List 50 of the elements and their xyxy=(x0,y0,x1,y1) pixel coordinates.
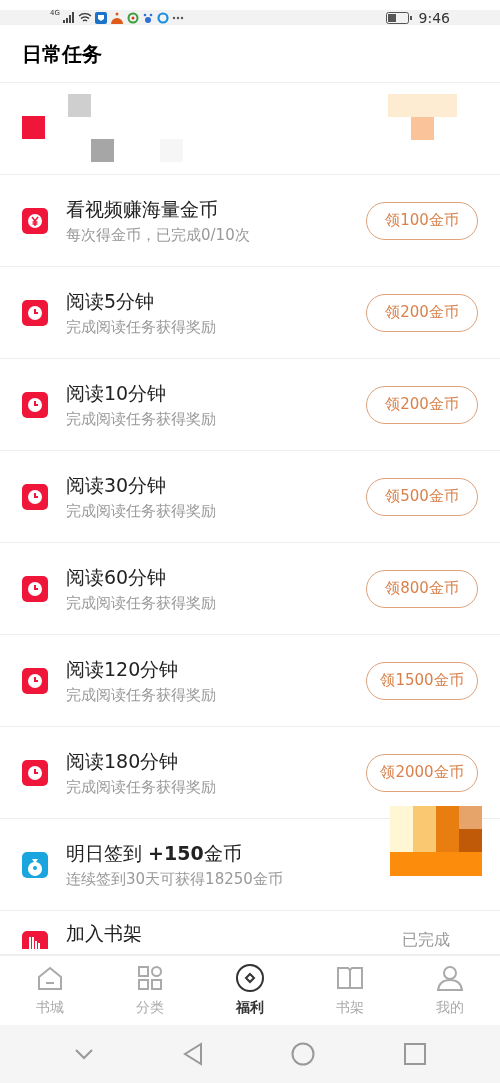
completed-status: 已完成 xyxy=(402,929,450,951)
task-title: 看视频赚海量金币 xyxy=(66,196,219,221)
task-title: 阅读10分钟 xyxy=(66,380,168,405)
task-description: 连续签到30天可获得18250金币 xyxy=(66,868,284,889)
clock-icon xyxy=(22,575,48,602)
tab-bar-item[interactable]: 书架 xyxy=(300,956,400,1025)
tab-bar-item[interactable]: 福利 xyxy=(200,956,300,1025)
task-title: 阅读5分钟 xyxy=(66,288,156,313)
clock-time: 9:46 xyxy=(418,10,450,25)
task-title: 阅读30分钟 xyxy=(66,472,168,497)
clock-icon xyxy=(22,299,48,326)
section-title: 日常任务 xyxy=(22,40,102,68)
clock-icon xyxy=(22,483,48,510)
task-title: 明日签到 +150金币 xyxy=(66,840,243,865)
task-description: 完成阅读任务获得奖励 xyxy=(66,316,217,337)
task-description: 完成阅读任务获得奖励 xyxy=(66,776,217,797)
task-description: 完成阅读任务获得奖励 xyxy=(66,592,217,613)
person-icon xyxy=(435,963,465,993)
tab-bar-item[interactable]: 书城 xyxy=(0,956,100,1025)
shield-app-icon xyxy=(94,11,107,24)
game-app-icon xyxy=(109,11,124,24)
back-icon[interactable] xyxy=(182,1042,203,1066)
clock-icon xyxy=(22,391,48,418)
grid-icon xyxy=(135,963,165,993)
browser-app-icon xyxy=(156,11,169,24)
task-description: 完成阅读任务获得奖励 xyxy=(66,408,217,429)
ring-app-icon xyxy=(126,11,139,24)
tab-bar-item[interactable]: 分类 xyxy=(100,956,200,1025)
signal-icon xyxy=(62,12,75,23)
chevron-down-icon[interactable] xyxy=(74,1048,95,1060)
task-title: 阅读180分钟 xyxy=(66,748,180,773)
money-bag-icon xyxy=(22,851,48,878)
task-title: 阅读60分钟 xyxy=(66,564,168,589)
wifi-icon xyxy=(77,12,92,23)
coin-icon xyxy=(235,963,265,993)
clock-icon xyxy=(22,759,48,786)
task-title: 加入书架 xyxy=(66,921,143,945)
yen-icon xyxy=(22,207,48,234)
paw-app-icon xyxy=(141,11,154,24)
clock-icon xyxy=(22,667,48,694)
task-description: 每次得金币，已完成0/10次 xyxy=(66,224,251,245)
home-button-icon[interactable] xyxy=(291,1042,316,1066)
battery-icon xyxy=(385,11,412,24)
task-title: 阅读120分钟 xyxy=(66,656,180,681)
task-description: 完成阅读任务获得奖励 xyxy=(66,684,217,705)
more-icon xyxy=(171,15,184,20)
bookshelf-icon xyxy=(22,931,48,949)
recent-apps-icon[interactable] xyxy=(403,1043,426,1065)
tab-bar-item[interactable]: 我的 xyxy=(400,956,500,1025)
task-description: 完成阅读任务获得奖励 xyxy=(66,500,217,521)
